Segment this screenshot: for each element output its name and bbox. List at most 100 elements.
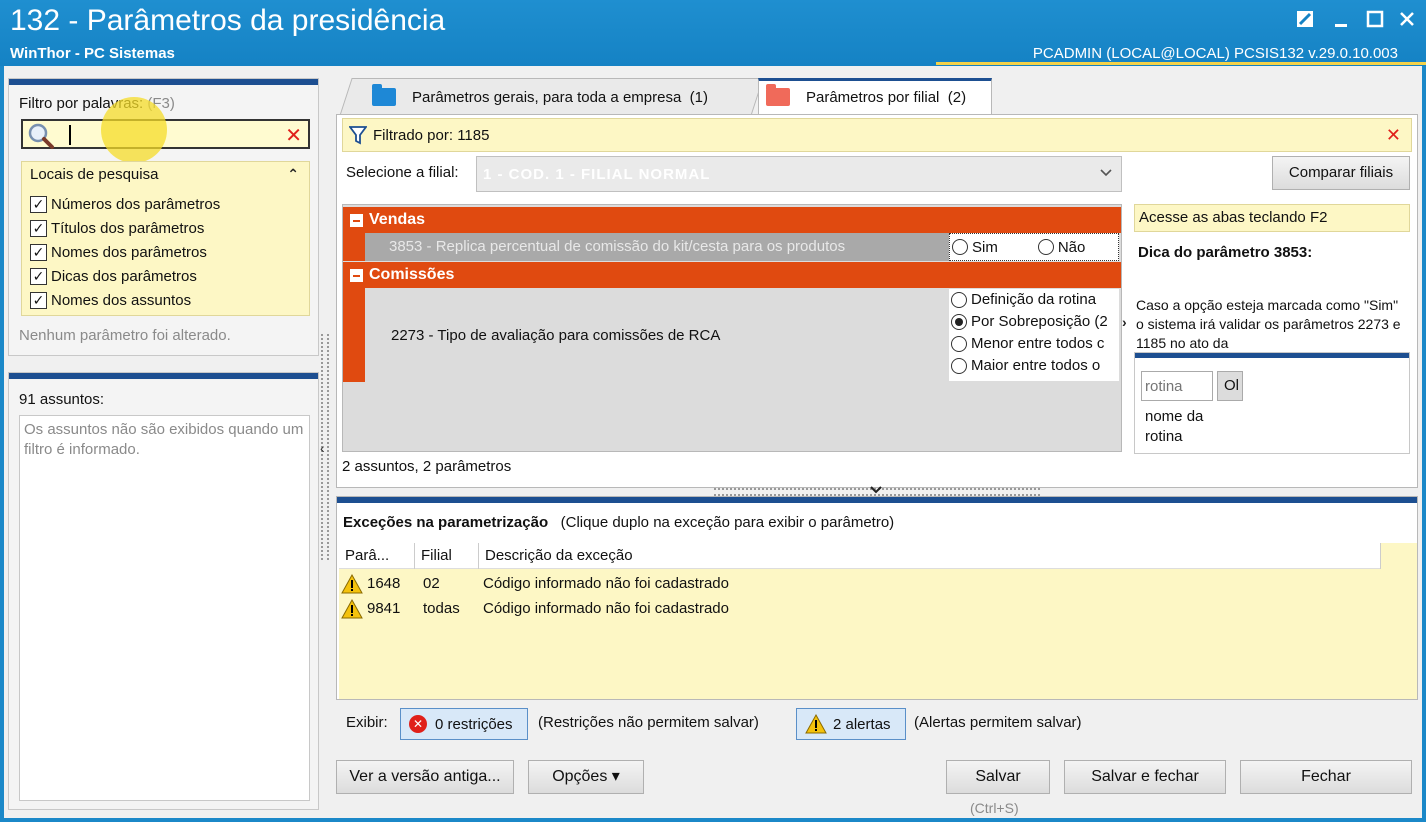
table-row[interactable]: 9841 todas Código informado não foi cada… [339, 596, 1381, 621]
collapse-chevron-icon[interactable]: ⌃ [287, 166, 299, 183]
checkbox-label: Nomes dos assuntos [51, 292, 192, 309]
checkbox-icon[interactable]: ✓ [30, 220, 47, 237]
checkbox-icon[interactable]: ✓ [30, 196, 47, 213]
param-title: 2273 - Tipo de avaliação para comissões … [391, 327, 721, 344]
tip-body: Caso a opção esteja marcada como "Sim" o… [1136, 297, 1401, 350]
filial-label: Selecione a filial: [346, 164, 459, 181]
rotina-ok-button[interactable]: Ol [1217, 371, 1243, 401]
collapse-group-icon[interactable] [350, 213, 363, 227]
radio-nao[interactable]: Não [1037, 239, 1085, 256]
param-2273-options[interactable]: Definição da rotina Por Sobreposição (2 … [949, 289, 1119, 381]
checkbox-nomes[interactable]: ✓ Nomes dos parâmetros [30, 244, 207, 261]
error-icon: ✕ [409, 715, 427, 733]
titlebar-accent [936, 62, 1426, 65]
window-title: 132 - Parâmetros da presidência [10, 4, 446, 37]
filter-status-text: Filtrado por: 1185 [373, 127, 490, 144]
restricoes-button[interactable]: ✕ 0 restrições [400, 708, 528, 740]
group-header-comissoes[interactable]: Comissões [343, 262, 1121, 288]
subjects-panel: 91 assuntos: Os assuntos não são exibido… [8, 372, 319, 810]
tab-shortcut-hint: Acesse as abas teclando F2 [1134, 204, 1410, 232]
click-highlight [101, 97, 167, 163]
radio-sim[interactable]: Sim [952, 239, 998, 256]
radio-label: Menor entre todos c [971, 335, 1105, 352]
checkbox-assuntos[interactable]: ✓ Nomes dos assuntos [30, 292, 191, 309]
checkbox-dicas[interactable]: ✓ Dicas dos parâmetros [30, 268, 197, 285]
expand-right-icon[interactable]: › [1122, 314, 1127, 330]
radio-icon[interactable] [951, 291, 967, 308]
radio-maior[interactable]: Maior entre todos o [951, 357, 1100, 374]
collapse-left-icon[interactable]: ‹ [320, 440, 325, 456]
collapse-group-icon[interactable] [350, 268, 363, 282]
save-button[interactable]: Salvar [946, 760, 1050, 794]
radio-definicao[interactable]: Definição da rotina [951, 291, 1096, 308]
col-header-filial[interactable]: Filial [415, 543, 479, 569]
subjects-count: 91 assuntos: [19, 391, 105, 408]
text-cursor [69, 125, 71, 145]
exceptions-header: Parâ... Filial Descrição da exceção [339, 543, 1381, 569]
col-header-descricao[interactable]: Descrição da exceção [479, 543, 1381, 569]
cell-param: 1648 [367, 575, 401, 592]
rotina-panel: Ol nome da rotina [1134, 352, 1410, 454]
folder-red-icon [766, 84, 790, 106]
tab-gerais-content[interactable]: Parâmetros gerais, para toda a empresa (… [372, 84, 708, 106]
restricoes-note: (Restrições não permitem salvar) [538, 714, 759, 731]
col-header-param[interactable]: Parâ... [339, 543, 415, 569]
radio-icon[interactable] [951, 335, 967, 352]
group-name: Vendas [369, 211, 426, 228]
clear-filter-icon[interactable]: ✕ [1386, 125, 1401, 146]
param-row-2273[interactable]: 2273 - Tipo de avaliação para comissões … [365, 289, 949, 381]
old-version-button[interactable]: Ver a versão antiga... [336, 760, 514, 794]
minimize-icon[interactable] [1330, 10, 1352, 32]
maximize-icon[interactable] [1364, 10, 1386, 32]
save-and-close-button[interactable]: Salvar e fechar [1064, 760, 1226, 794]
radio-icon[interactable] [1037, 239, 1054, 255]
window-subtitle: WinThor - PC Sistemas [10, 45, 175, 62]
clear-search-icon[interactable]: ✕ [285, 123, 302, 148]
filter-status-bar: Filtrado por: 1185 ✕ [342, 118, 1412, 152]
radio-icon[interactable] [951, 357, 967, 374]
close-button[interactable]: Fechar [1240, 760, 1412, 794]
checkbox-label: Nomes dos parâmetros [51, 244, 207, 261]
filial-select[interactable]: 1 - COD. 1 - FILIAL NORMAL [476, 156, 1122, 192]
group-header-vendas[interactable]: Vendas [343, 207, 1121, 233]
table-row[interactable]: 1648 02 Código informado não foi cadastr… [339, 571, 1381, 596]
close-icon[interactable] [1396, 10, 1418, 32]
param-row-3853[interactable]: 3853 - Replica percentual de comissão do… [365, 233, 949, 261]
checkbox-numeros[interactable]: ✓ Números dos parâmetros [30, 196, 220, 213]
grid-summary: 2 assuntos, 2 parâmetros [342, 458, 512, 475]
radio-icon[interactable] [952, 239, 968, 255]
checkbox-label: Títulos dos parâmetros [51, 220, 205, 237]
radio-selected-icon[interactable] [951, 313, 967, 330]
group-strip [343, 288, 365, 382]
alertas-button[interactable]: 2 alertas [796, 708, 906, 740]
checkbox-label: Dicas dos parâmetros [51, 268, 197, 285]
exceptions-title: Exceções na parametrização (Clique duplo… [343, 514, 894, 531]
tip-title: Dica do parâmetro 3853: [1138, 244, 1313, 261]
checkbox-icon[interactable]: ✓ [30, 244, 47, 261]
cell-descricao: Código informado não foi cadastrado [483, 600, 729, 617]
group-name: Comissões [369, 266, 455, 283]
checkbox-icon[interactable]: ✓ [30, 292, 47, 309]
radio-label: Definição da rotina [971, 291, 1097, 308]
compare-filiais-button[interactable]: Comparar filiais [1272, 156, 1410, 190]
radio-label: Por Sobreposição (2 [971, 313, 1108, 330]
options-button[interactable]: Opções ▾ [528, 760, 644, 794]
checkbox-label: Números dos parâmetros [51, 196, 221, 213]
exceptions-table: Parâ... Filial Descrição da exceção 1648… [339, 543, 1417, 699]
param-3853-options[interactable]: Sim Não [949, 233, 1119, 261]
rotina-input[interactable] [1141, 371, 1213, 401]
panel-header-bar [337, 497, 1417, 503]
radio-sobreposicao[interactable]: Por Sobreposição (2 [951, 313, 1108, 330]
checkbox-titulos[interactable]: ✓ Títulos dos parâmetros [30, 220, 204, 237]
save-shortcut-hint: (Ctrl+S) [970, 800, 1019, 816]
user-info: PCADMIN (LOCAL@LOCAL) PCSIS132 v.29.0.10… [1032, 45, 1398, 62]
restore-icon[interactable] [1294, 10, 1316, 32]
tab-filial-content[interactable]: Parâmetros por filial (2) [766, 84, 967, 106]
tab-count: (2) [947, 88, 967, 106]
subjects-list[interactable]: Os assuntos não são exibidos quando um f… [19, 415, 310, 801]
radio-menor[interactable]: Menor entre todos c [951, 335, 1104, 352]
cell-filial: todas [423, 600, 460, 617]
tab-count: (1) [689, 88, 708, 106]
warning-icon [341, 573, 363, 594]
checkbox-icon[interactable]: ✓ [30, 268, 47, 285]
